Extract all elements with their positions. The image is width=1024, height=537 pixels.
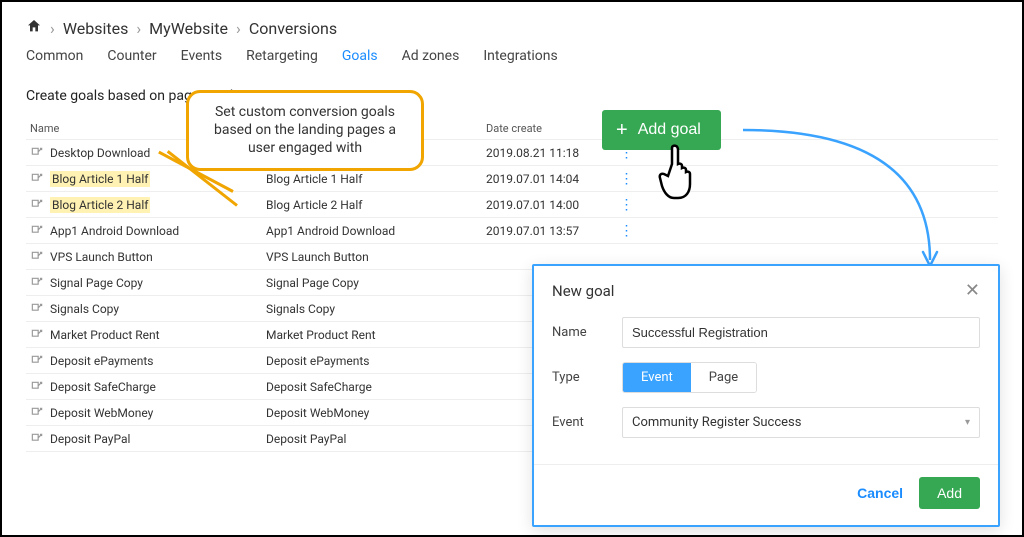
event-select[interactable]: Community Register Success ▾ xyxy=(622,407,980,438)
goal-date: 2019.07.01 14:00 xyxy=(486,198,616,212)
goal-name: VPS Launch Button xyxy=(50,250,153,264)
breadcrumb-websites[interactable]: Websites xyxy=(63,19,129,38)
goal-date: 2019.08.21 11:18 xyxy=(486,146,616,160)
goal-name: Deposit WebMoney xyxy=(50,406,153,420)
tabs: Common Counter Events Retargeting Goals … xyxy=(26,48,998,68)
goal-display: Deposit WebMoney xyxy=(266,406,486,420)
goal-name: Deposit SafeCharge xyxy=(50,380,156,394)
add-goal-button[interactable]: + Add goal xyxy=(602,110,721,150)
close-icon[interactable]: ✕ xyxy=(965,280,980,301)
form-label-type: Type xyxy=(552,370,622,385)
goal-date: 2019.07.01 14:04 xyxy=(486,172,616,186)
goal-icon xyxy=(30,354,44,368)
goal-icon xyxy=(30,172,44,186)
goal-display: App1 Android Download xyxy=(266,224,486,238)
goal-icon xyxy=(30,276,44,290)
goal-name: Signal Page Copy xyxy=(50,276,143,290)
goal-icon xyxy=(30,406,44,420)
goal-display: Signals Copy xyxy=(266,302,486,316)
goal-display: Deposit PayPal xyxy=(266,432,486,446)
cancel-button[interactable]: Cancel xyxy=(857,485,903,501)
tab-integrations[interactable]: Integrations xyxy=(483,48,557,68)
chevron-down-icon: ▾ xyxy=(965,417,970,428)
page-subtitle: Create goals based on pages and events xyxy=(26,88,998,104)
add-goal-button-label: Add goal xyxy=(638,121,701,139)
goal-display: Deposit ePayments xyxy=(266,354,486,368)
table-row[interactable]: Blog Article 2 HalfBlog Article 2 Half20… xyxy=(26,192,998,218)
goal-icon xyxy=(30,224,44,238)
annotation-callout: Set custom conversion goals based on the… xyxy=(186,90,424,171)
table-row[interactable]: App1 Android Download App1 Android Downlo… xyxy=(26,218,998,244)
row-menu-icon[interactable]: ⋮ xyxy=(620,223,633,239)
goal-display: Market Product Rent xyxy=(266,328,486,342)
goal-icon xyxy=(30,380,44,394)
row-menu-icon[interactable]: ⋮ xyxy=(620,197,633,213)
goal-icon xyxy=(30,250,44,264)
type-toggle: Event Page xyxy=(622,362,757,393)
goal-display: Blog Article 1 Half xyxy=(266,172,486,186)
event-select-value: Community Register Success xyxy=(632,415,801,430)
goal-name: Market Product Rent xyxy=(50,328,160,342)
breadcrumb-conversions[interactable]: Conversions xyxy=(249,19,337,38)
table-header-date: Date create xyxy=(486,122,616,135)
tab-adzones[interactable]: Ad zones xyxy=(402,48,460,68)
goal-name-input[interactable] xyxy=(622,317,980,348)
plus-icon: + xyxy=(616,120,628,140)
modal-title: New goal xyxy=(552,282,614,300)
goal-date: 2019.07.01 13:57 xyxy=(486,224,616,238)
goal-name: Signals Copy xyxy=(50,302,119,316)
type-option-page[interactable]: Page xyxy=(691,363,756,392)
tab-counter[interactable]: Counter xyxy=(107,48,156,68)
goal-display: Deposit SafeCharge xyxy=(266,380,486,394)
goal-icon xyxy=(30,302,44,316)
goal-name: App1 Android Download xyxy=(50,224,179,238)
form-label-event: Event xyxy=(552,415,622,430)
goal-display: Blog Article 2 Half xyxy=(266,198,486,212)
table-header: Name Date create xyxy=(26,118,998,140)
goal-icon xyxy=(30,432,44,446)
goal-icon xyxy=(30,198,44,212)
goal-name: Desktop Download xyxy=(50,146,150,160)
goal-name: Blog Article 1 Half xyxy=(50,171,150,187)
home-icon[interactable] xyxy=(26,18,42,38)
goal-display: VPS Launch Button xyxy=(266,250,486,264)
chevron-right-icon: › xyxy=(50,19,55,38)
row-menu-icon[interactable]: ⋮ xyxy=(620,171,633,187)
goal-name: Blog Article 2 Half xyxy=(50,197,150,213)
add-button[interactable]: Add xyxy=(919,477,980,509)
tab-common[interactable]: Common xyxy=(26,48,83,68)
table-row[interactable]: Blog Article 1 HalfBlog Article 1 Half20… xyxy=(26,166,998,192)
goal-name: Deposit ePayments xyxy=(50,354,153,368)
form-label-name: Name xyxy=(552,325,622,340)
goal-icon xyxy=(30,328,44,342)
tab-retargeting[interactable]: Retargeting xyxy=(246,48,318,68)
breadcrumb-mywebsite[interactable]: MyWebsite xyxy=(149,19,228,38)
chevron-right-icon: › xyxy=(136,19,141,38)
breadcrumb: › Websites › MyWebsite › Conversions xyxy=(26,18,998,38)
tab-events[interactable]: Events xyxy=(181,48,222,68)
goal-icon xyxy=(30,146,44,160)
goal-display: Signal Page Copy xyxy=(266,276,486,290)
tab-goals[interactable]: Goals xyxy=(342,48,378,68)
goal-name: Deposit PayPal xyxy=(50,432,130,446)
type-option-event[interactable]: Event xyxy=(623,363,691,392)
new-goal-modal: New goal ✕ Name Type Event Page xyxy=(532,264,1000,527)
chevron-right-icon: › xyxy=(236,19,241,38)
